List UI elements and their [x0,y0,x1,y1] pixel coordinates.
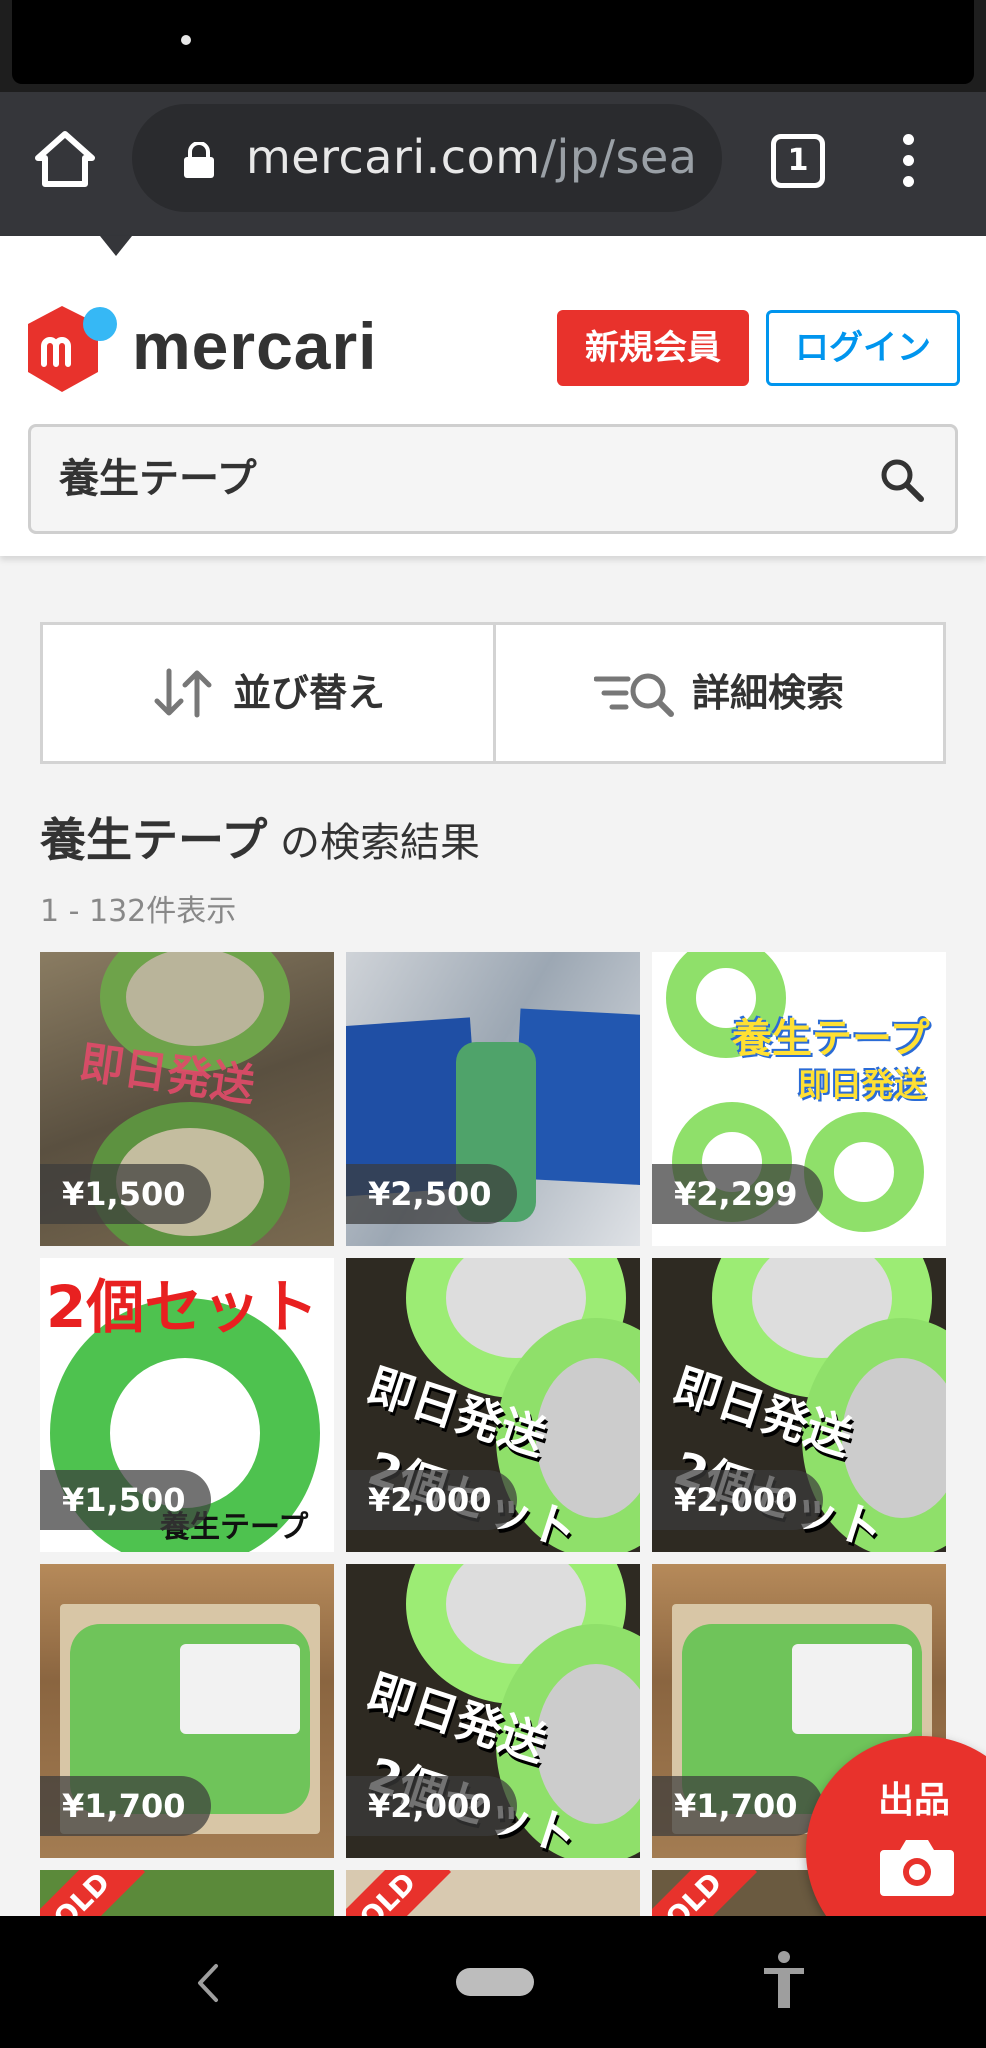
url-host: mercari.com [246,130,541,184]
sold-badge: SOLD [652,1870,758,1916]
back-icon[interactable] [190,1960,226,2006]
results-count: 1 - 132件表示 [40,894,237,929]
product-card[interactable]: 2個セット 養生テープ ¥1,500 [40,1258,334,1552]
price-tag: ¥2,500 [346,1164,518,1224]
product-card[interactable]: 即日発送 2個セット ¥2,000 [652,1258,946,1552]
product-card[interactable]: SOLD [40,1870,334,1916]
advanced-search-label: 詳細検索 [692,671,845,715]
url-bar-caret [100,236,132,256]
results-heading: 養生テープ の検索結果 [40,808,480,875]
sort-arrows-icon [154,668,212,718]
sold-badge: SOLD [40,1870,146,1916]
mercari-wordmark: mercari [132,309,378,383]
login-button[interactable]: ログイン [766,310,960,386]
system-nav-bar [0,1916,986,2048]
search-query: 養生テープ [59,456,257,502]
camera-dot [181,35,191,45]
search-icon[interactable] [879,457,925,503]
price-tag: ¥1,500 [40,1164,212,1224]
site-header: 養生テープ [0,236,986,556]
price-tag: ¥1,700 [40,1776,212,1836]
sort-label: 並び替え [233,671,386,715]
overflow-menu-icon[interactable] [896,134,920,194]
sort-filter-bar: 並び替え 詳細検索 [40,622,946,764]
search-input[interactable]: 養生テープ [28,424,958,534]
product-card[interactable]: 即日発送 2個セット ¥2,000 [346,1564,640,1858]
price-tag: ¥1,500 [40,1470,212,1530]
sell-label: 出品 [878,1780,951,1821]
mercari-logo[interactable] [26,302,118,394]
product-overlay-text-secondary: 即日発送 [798,1066,927,1104]
tab-switcher-button[interactable]: 1 [771,134,825,188]
accessibility-icon[interactable] [762,1950,806,2010]
home-icon[interactable] [34,128,96,190]
price-tag: ¥2,000 [652,1470,824,1530]
product-overlay-text: 2個セット [46,1273,319,1341]
product-card[interactable]: ¥1,700 [40,1564,334,1858]
product-overlay-text: 養生テープ [732,1016,930,1062]
register-button[interactable]: 新規会員 [557,310,749,386]
home-pill[interactable] [456,1968,534,1996]
lock-icon [184,142,214,178]
sort-button[interactable]: 並び替え [43,625,493,761]
advanced-search-button[interactable]: 詳細検索 [496,625,946,761]
url-bar[interactable]: mercari.com/jp/sea [132,104,722,212]
price-tag: ¥2,000 [346,1776,518,1836]
sold-badge: SOLD [346,1870,452,1916]
product-card[interactable]: 養生テープ 即日発送 ¥2,299 [652,952,946,1246]
display-cutout [12,0,974,84]
status-bar [0,0,986,92]
url-text: mercari.com/jp/sea [246,126,698,188]
results-keyword: 養生テープ [40,813,268,867]
product-card[interactable]: 即日発送 ¥1,500 [40,952,334,1246]
screen: mercari.com/jp/sea 1 養生テープ mercari 新規会員 … [0,0,986,2048]
url-path: /jp/sea [540,130,698,184]
product-card[interactable]: ¥2,500 [346,952,640,1246]
product-card[interactable]: 即日発送 2個セット ¥2,000 [346,1258,640,1552]
price-tag: ¥1,700 [652,1776,824,1836]
results-title-suffix: の検索結果 [267,820,480,866]
filter-search-icon [594,673,674,717]
price-tag: ¥2,299 [652,1164,824,1224]
camera-icon [880,1840,954,1896]
product-card[interactable]: SOLD [346,1870,640,1916]
price-tag: ¥2,000 [346,1470,518,1530]
browser-toolbar: mercari.com/jp/sea 1 [0,92,986,236]
